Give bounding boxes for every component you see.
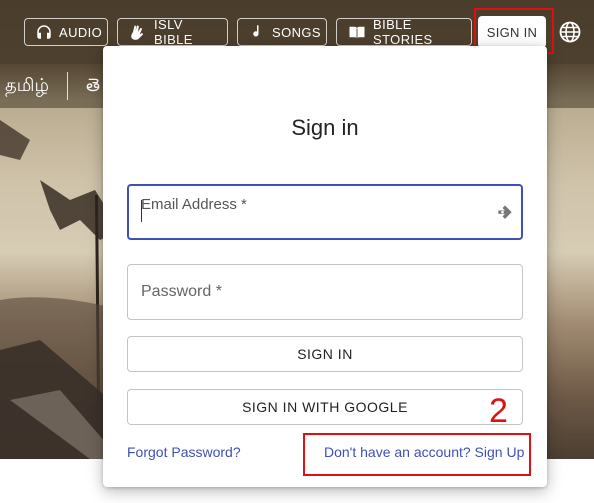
text-cursor xyxy=(141,200,142,222)
sign-in-button-label: SIGN IN xyxy=(297,346,353,362)
bible-stories-label: BIBLE STORIES xyxy=(373,17,433,47)
forgot-password-link[interactable]: Forgot Password? xyxy=(127,444,241,460)
globe-icon[interactable] xyxy=(558,20,582,44)
open-book-icon xyxy=(349,26,365,39)
password-field-label: Password * xyxy=(141,283,222,300)
audio-button[interactable]: AUDIO xyxy=(24,18,108,46)
annotation-number-2: 2 xyxy=(489,392,508,430)
songs-button[interactable]: SONGS xyxy=(237,18,327,46)
autofill-key-icon[interactable] xyxy=(495,203,515,223)
email-field[interactable]: Email Address * xyxy=(127,184,523,240)
google-button-label: SIGN IN WITH GOOGLE xyxy=(242,399,408,415)
songs-label: SONGS xyxy=(272,24,321,40)
sign-in-button[interactable]: SIGN IN xyxy=(127,336,523,372)
sign-in-dialog: Sign in Email Address * Password * SIGN … xyxy=(103,46,547,487)
password-field[interactable]: Password * xyxy=(127,264,523,320)
language-telugu[interactable]: తె xyxy=(86,75,100,100)
dialog-title: Sign in xyxy=(291,115,359,140)
headphones-icon xyxy=(37,25,51,39)
language-tamil[interactable]: தமிழ் xyxy=(5,75,49,98)
annotation-box-2 xyxy=(303,433,531,476)
bible-stories-button[interactable]: BIBLE STORIES xyxy=(336,17,472,47)
music-note-icon xyxy=(253,25,259,37)
sign-in-with-google-button[interactable]: SIGN IN WITH GOOGLE xyxy=(127,389,523,425)
email-field-label: Email Address * xyxy=(141,196,247,213)
islv-bible-button[interactable]: ISLV BIBLE xyxy=(117,17,228,47)
language-divider xyxy=(67,72,68,100)
islv-bible-label: ISLV BIBLE xyxy=(154,17,193,47)
sign-language-hand-icon xyxy=(131,25,143,40)
audio-label: AUDIO xyxy=(59,24,103,40)
